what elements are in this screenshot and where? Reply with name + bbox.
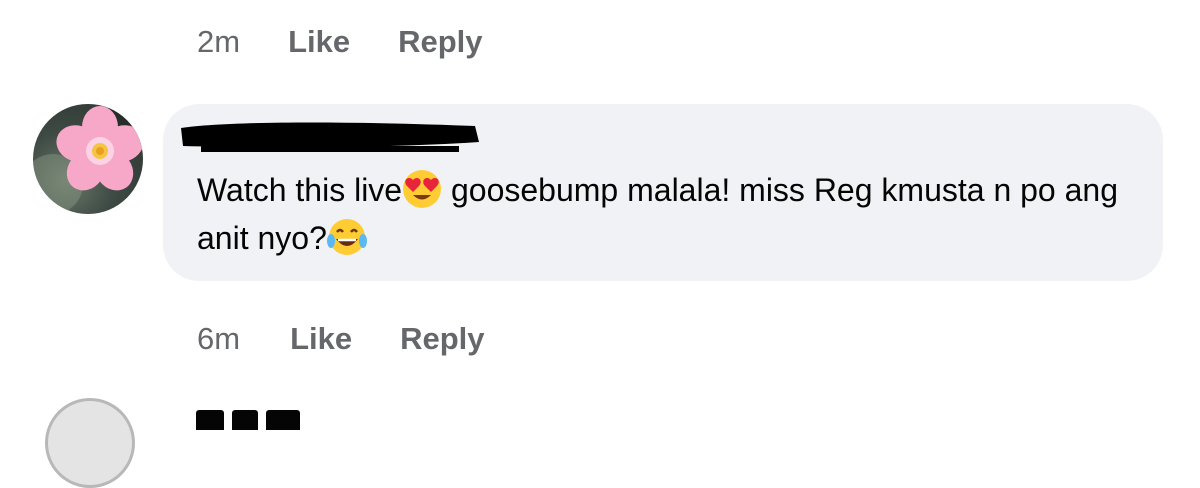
previous-comment-actions: 2m Like Reply [197, 22, 483, 62]
redacted-author-name [181, 122, 479, 152]
previous-comment-timestamp[interactable]: 2m [197, 24, 240, 60]
comment-text-part1: Watch this live [197, 172, 403, 208]
commenter-avatar[interactable] [33, 104, 143, 214]
tears-of-joy-emoji-icon [326, 217, 367, 257]
heart-eyes-emoji-icon [402, 169, 442, 209]
comment-like-button[interactable]: Like [290, 321, 352, 357]
comment-reply-button[interactable]: Reply [400, 321, 484, 357]
cherry-blossom-avatar-image [33, 104, 143, 214]
previous-comment-like-button[interactable]: Like [288, 24, 350, 60]
comment-text: Watch this live goosebump malala! miss R… [197, 166, 1137, 262]
previous-comment-reply-button[interactable]: Reply [398, 24, 482, 60]
next-commenter-name-partial [196, 410, 306, 430]
next-commenter-avatar[interactable] [45, 398, 135, 488]
comment-timestamp[interactable]: 6m [197, 321, 240, 357]
comment-actions: 6m Like Reply [197, 319, 485, 359]
